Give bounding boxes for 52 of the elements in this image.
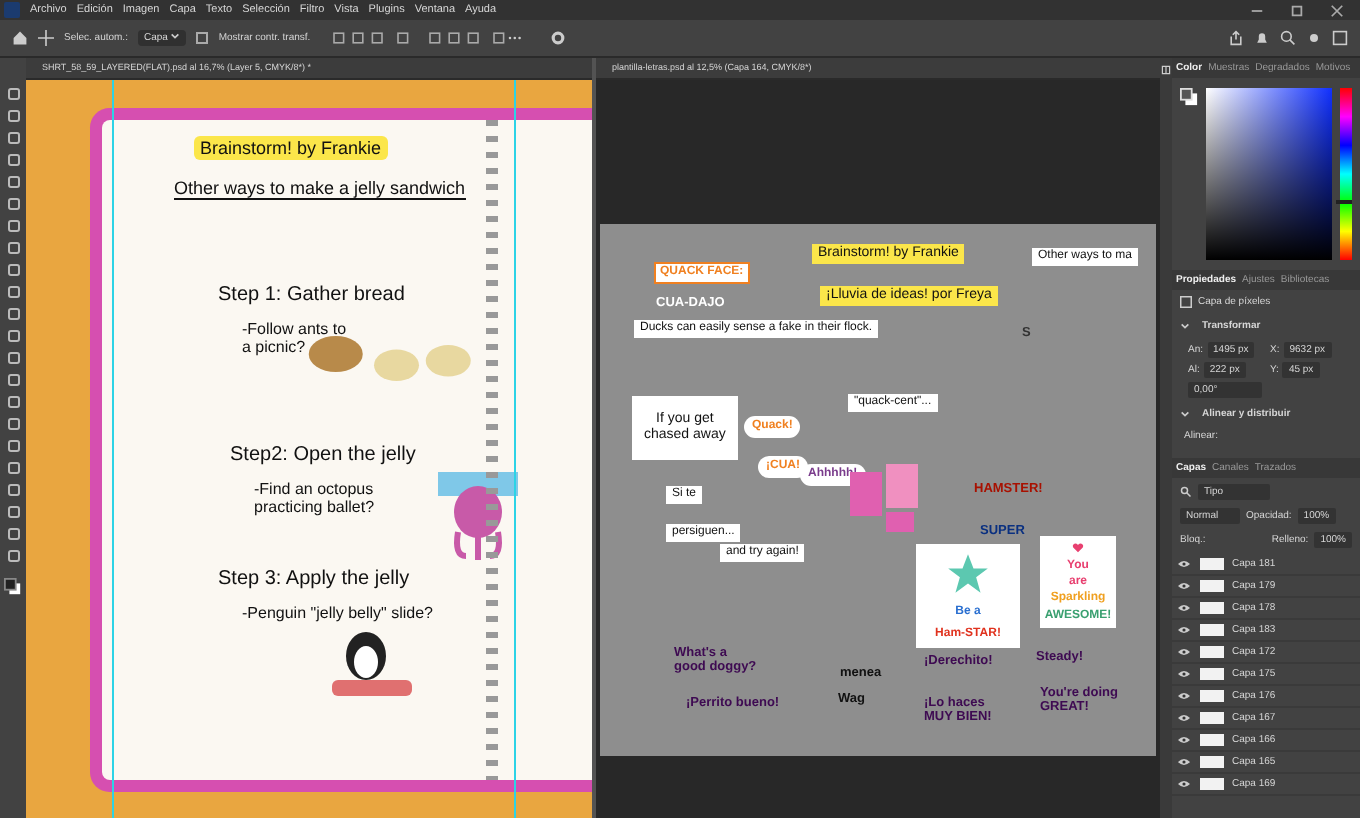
- layer-thumbnail: [1200, 690, 1224, 702]
- hue-slider[interactable]: [1336, 199, 1352, 204]
- eye-icon[interactable]: [1178, 780, 1190, 788]
- panel-toggle-icon[interactable]: [1160, 62, 1172, 78]
- home-icon[interactable]: [12, 30, 28, 46]
- layer-thumbnail: [1200, 778, 1224, 790]
- step-title: Step2: Open the jelly: [230, 444, 416, 466]
- heart-icon: [1072, 542, 1084, 555]
- step-title: Step 1: Gather bread: [218, 284, 405, 306]
- layer-thumbnail: [1200, 558, 1224, 570]
- search-icon[interactable]: [1280, 30, 1296, 46]
- eye-icon[interactable]: [1178, 626, 1190, 634]
- transform-checkbox[interactable]: [196, 32, 209, 44]
- bell-icon[interactable]: [1254, 30, 1270, 46]
- color-swatches-icon[interactable]: [1180, 88, 1198, 106]
- layer-thumbnail: [1200, 602, 1224, 614]
- eye-icon[interactable]: [1178, 714, 1190, 722]
- maximize-icon[interactable]: [1290, 3, 1304, 17]
- color-field[interactable]: [1206, 88, 1332, 260]
- step-note: -Find an octopus practicing ballet?: [254, 480, 375, 517]
- eye-icon[interactable]: [1178, 736, 1190, 744]
- eye-icon[interactable]: [1178, 560, 1190, 568]
- step-title: Step 3: Apply the jelly: [218, 568, 410, 590]
- book-subtitle: Other ways to make a jelly sandwich: [174, 178, 466, 200]
- step-note: -Penguin "jelly belly" slide?: [242, 604, 434, 623]
- eye-icon[interactable]: [1178, 670, 1190, 678]
- layer-thumbnail: [1200, 580, 1224, 592]
- app-logo-icon: [4, 2, 20, 18]
- color-swatches-icon[interactable]: [4, 578, 22, 596]
- layer-thumbnail: [1200, 756, 1224, 768]
- eye-icon[interactable]: [1178, 648, 1190, 656]
- star-icon: [946, 552, 990, 597]
- step-note: -Follow ants to a picnic?: [242, 320, 347, 357]
- close-icon[interactable]: [1330, 3, 1344, 17]
- caret-icon[interactable]: [1180, 322, 1190, 330]
- image-icon: [1180, 296, 1192, 308]
- eye-icon[interactable]: [1178, 604, 1190, 612]
- workspace-icon[interactable]: [1332, 30, 1348, 46]
- book-heading: Brainstorm! by Frankie: [194, 136, 388, 160]
- caret-icon[interactable]: [170, 32, 181, 40]
- eye-icon[interactable]: [1178, 758, 1190, 766]
- share-icon[interactable]: [1228, 30, 1244, 46]
- eye-icon[interactable]: [1178, 582, 1190, 590]
- eye-icon[interactable]: [1178, 692, 1190, 700]
- layer-thumbnail: [1200, 734, 1224, 746]
- caret-icon[interactable]: [1180, 410, 1190, 418]
- layer-thumbnail: [1200, 668, 1224, 680]
- search-icon: [1180, 486, 1192, 498]
- settings-icon[interactable]: [550, 30, 567, 46]
- layer-thumbnail: [1200, 624, 1224, 636]
- layer-thumbnail: [1200, 646, 1224, 658]
- layer-thumbnail: [1200, 712, 1224, 724]
